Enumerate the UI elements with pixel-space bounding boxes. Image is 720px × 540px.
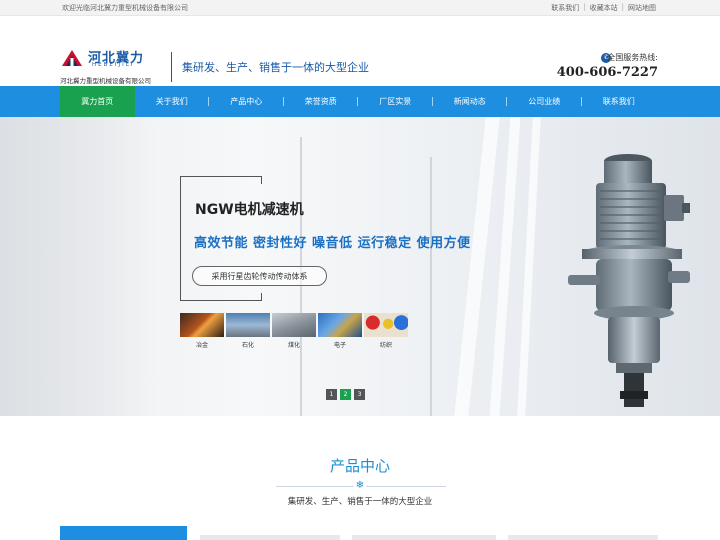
banner-features: 高效节能 密封性好 噪音低 运行稳定 使用方便 (194, 236, 471, 251)
banner-page-3[interactable]: 3 (354, 389, 365, 400)
banner-page-1[interactable]: 1 (326, 389, 337, 400)
application-label: 煤化 (287, 342, 300, 349)
header-slogan: 集研发、生产、销售于一体的大型企业 (182, 61, 369, 74)
title-frame-edge (261, 176, 262, 184)
welcome-text: 欢迎光临河北冀力重型机械设备有限公司 (62, 4, 188, 12)
petrochemical-image (226, 313, 270, 337)
application-item: 冶金 (180, 313, 224, 349)
nav-label: 产品中心 (230, 97, 263, 106)
application-label: 纺织 (379, 342, 392, 349)
snowflake-icon: ❄ (354, 480, 366, 492)
nav-label: 荣誉资质 (304, 97, 337, 106)
textile-image (364, 313, 408, 337)
top-bar: 欢迎光临河北冀力重型机械设备有限公司 联系我们 | 收藏本站 | 网站地图 (0, 0, 720, 16)
nav-label: 联系我们 (602, 97, 635, 106)
nav-item-news[interactable]: 新闻动态 (433, 86, 507, 117)
hero-banner[interactable]: NGW电机减速机 高效节能 密封性好 噪音低 运行稳定 使用方便 采用行星齿轮传… (0, 117, 720, 416)
product-thumbnail[interactable] (508, 535, 658, 540)
application-item: 纺织 (364, 313, 408, 349)
coal-chemical-image (272, 313, 316, 337)
application-list: 冶金 石化 煤化 电子 纺织 (180, 313, 408, 349)
section-subtitle: 集研发、生产、销售于一体的大型企业 (287, 497, 433, 507)
light-ray (517, 117, 541, 416)
product-category-header (60, 526, 187, 540)
nav-item-about[interactable]: 关于我们 (135, 86, 209, 117)
application-label: 电子 (333, 342, 346, 349)
application-item: 电子 (318, 313, 362, 349)
nav-item-products[interactable]: 产品中心 (209, 86, 284, 117)
company-name: 河北冀力重型机械设备有限公司 (60, 77, 151, 85)
main-nav: 冀力首页 关于我们 产品中心 荣誉资质 厂区实景 新闻动态 公司业绩 联系我们 (0, 86, 720, 117)
banner-title: NGW电机减速机 (195, 202, 304, 218)
top-link-sitemap[interactable]: 网站地图 (628, 3, 656, 13)
title-frame-edge (261, 293, 262, 301)
header-divider (171, 52, 172, 82)
product-thumbnail[interactable] (352, 535, 496, 540)
separator: | (583, 3, 586, 11)
product-thumbnail[interactable] (200, 535, 340, 540)
nav-item-home[interactable]: 冀力首页 (60, 86, 135, 117)
nav-label: 新闻动态 (453, 97, 486, 106)
metallurgy-image (180, 313, 224, 337)
nav-item-achievements[interactable]: 公司业绩 (507, 86, 582, 117)
banner-pagination: 1 2 3 (326, 389, 365, 400)
separator: | (621, 3, 624, 11)
nav-item-contact[interactable]: 联系我们 (582, 86, 657, 117)
gear-motor-image (568, 154, 690, 407)
nav-label: 冀力首页 (81, 97, 114, 106)
nav-label: 关于我们 (155, 97, 188, 106)
application-label: 石化 (241, 342, 254, 349)
header: 河北冀力 HEBEIJILI 河北冀力重型机械设备有限公司 集研发、生产、销售于… (0, 16, 720, 86)
nav-label: 公司业绩 (528, 97, 561, 106)
application-item: 石化 (226, 313, 270, 349)
light-ray (430, 157, 432, 416)
nav-label: 厂区实景 (379, 97, 412, 106)
logo-english: HEBEIJILI (92, 62, 135, 68)
hotline-number: 400-606-7227 (556, 65, 658, 80)
application-label: 冶金 (195, 342, 208, 349)
electronics-image (318, 313, 362, 337)
top-link-contact[interactable]: 联系我们 (551, 3, 579, 13)
application-item: 煤化 (272, 313, 316, 349)
banner-pill: 采用行星齿轮传动传动体系 (192, 266, 327, 286)
nav-item-factory[interactable]: 厂区实景 (358, 86, 433, 117)
hotline: ✆ 全国服务热线: 400-606-7227 (557, 52, 658, 80)
light-ray (0, 117, 150, 416)
hotline-label-row: ✆ 全国服务热线: (557, 52, 658, 63)
top-link-bookmark[interactable]: 收藏本站 (590, 3, 618, 13)
hotline-label: 全国服务热线: (607, 53, 658, 62)
nav-item-honors[interactable]: 荣誉资质 (284, 86, 358, 117)
logo-mark-icon (62, 50, 82, 66)
section-title: 产品中心 (329, 457, 390, 475)
banner-page-2[interactable]: 2 (340, 389, 351, 400)
top-links: 联系我们 | 收藏本站 | 网站地图 (551, 3, 656, 13)
